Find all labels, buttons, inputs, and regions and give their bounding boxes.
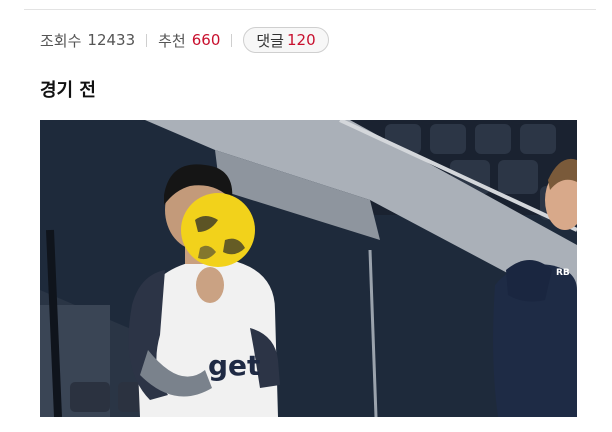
player-hand — [196, 267, 224, 303]
recommend-count: 660 — [191, 31, 221, 49]
meta-divider — [146, 33, 148, 47]
top-divider — [24, 9, 596, 10]
comments-button[interactable]: 댓글 120 — [243, 27, 329, 53]
coach-badge-text: RB — [556, 268, 570, 278]
football-ball — [181, 193, 255, 267]
views-label: 조회수 — [40, 31, 82, 50]
comments-label: 댓글 — [256, 31, 284, 50]
coach-collar — [506, 260, 552, 302]
shirt-sponsor-text: get — [208, 349, 260, 382]
post-meta-bar: 조회수 12433 추천 660 댓글 120 — [40, 27, 329, 53]
section-title: 경기 전 — [40, 80, 96, 101]
post-image[interactable]: get RB — [40, 120, 577, 417]
comments-count: 120 — [286, 31, 316, 49]
recommend-label: 추천 — [158, 31, 186, 50]
views-count: 12433 — [87, 31, 136, 49]
meta-divider — [231, 33, 233, 47]
training-photo: get RB — [40, 120, 577, 417]
